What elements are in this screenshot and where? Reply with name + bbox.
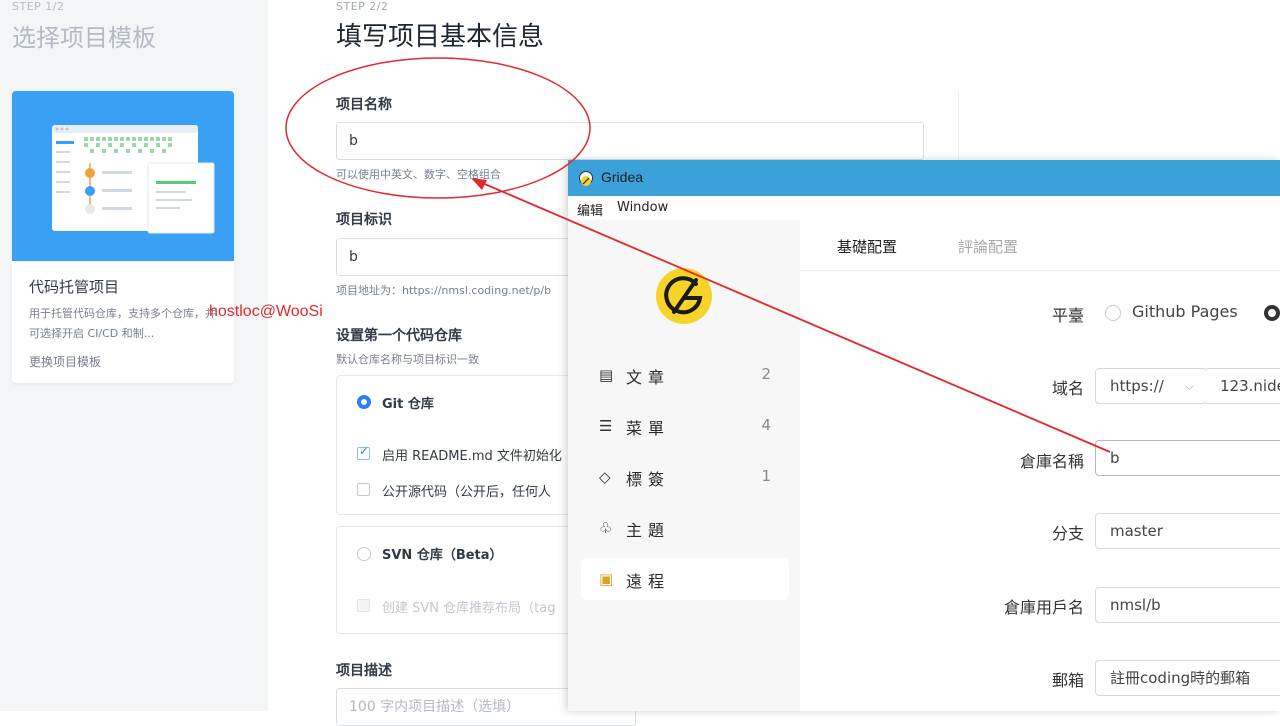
username-label: 倉庫用戶名 (1003, 598, 1084, 617)
email-label: 郵箱 (1051, 671, 1084, 690)
template-card[interactable]: 代码托管项目 用于托管代码仓库，支持多个仓库，并可选择开启 CI/CD 和制..… (12, 91, 234, 383)
gridea-window-title: Gridea (601, 169, 644, 185)
nav-item-remote[interactable]: ▣ 遠程 (581, 558, 789, 600)
template-panel: STEP 1/2 选择项目模板 代码托管项目 用于托管代码仓库，支持多个仓库，并… (0, 0, 268, 711)
project-name-label: 项目名称 (336, 97, 392, 113)
template-card-title: 代码托管项目 (29, 278, 120, 296)
branch-input[interactable]: master (1095, 513, 1280, 549)
domain-label: 域名 (1051, 379, 1084, 398)
step1-title: 选择项目模板 (12, 24, 156, 52)
readme-option-label: 启用 README.md 文件初始化 (382, 449, 562, 464)
protocol-value: https:// (1110, 377, 1164, 395)
tab-comment-config[interactable]: 評論配置 (958, 236, 1018, 257)
nav-item-articles[interactable]: ▤ 文章 2 (581, 354, 789, 396)
gridea-window: Gridea 编辑 Window ▤ 文章 2 ☰ 菜單 4 ◇ 標簽 1 ♧ … (568, 160, 1280, 711)
branch-label: 分支 (1051, 524, 1084, 543)
repo-name-input[interactable]: b (1095, 440, 1280, 476)
change-template-link[interactable]: 更换项目模板 (29, 353, 101, 370)
nav-item-menus[interactable]: ☰ 菜單 4 (581, 405, 789, 447)
gridea-logo-icon (658, 270, 710, 322)
description-label: 项目描述 (336, 663, 392, 679)
readme-checkbox[interactable]: ✓ (357, 444, 370, 460)
menu-edit[interactable]: 编辑 (577, 200, 603, 219)
gridea-mini-logo-icon (581, 176, 591, 186)
template-illustration (12, 91, 234, 261)
platform-label: 平臺 (1051, 306, 1084, 325)
code-hosting-illustration-icon (52, 125, 215, 234)
repo-name-label: 倉庫名稱 (1019, 452, 1084, 471)
github-pages-label: Github Pages (1132, 302, 1238, 321)
gridea-settings-panel: 基礎配置 評論配置 平臺 Github Pages 域名 https:// ⌵ … (800, 220, 1280, 711)
nav-item-tags[interactable]: ◇ 標簽 1 (581, 456, 789, 498)
protocol-select[interactable]: https:// ⌵ (1095, 368, 1207, 404)
nav-label-remote: 遠程 (626, 572, 671, 591)
tab-divider (800, 270, 1280, 271)
menu-window[interactable]: Window (617, 200, 668, 215)
svn-radio[interactable] (357, 547, 371, 561)
gridea-menubar: 编辑 Window (568, 196, 1280, 220)
step1-label: STEP 1/2 (12, 0, 65, 13)
shirt-icon: ♧ (599, 519, 613, 537)
project-name-input[interactable]: b (336, 122, 924, 160)
template-card-description: 用于托管代码仓库，支持多个仓库，并可选择开启 CI/CD 和制... (29, 307, 216, 340)
coding-pages-radio[interactable] (1264, 305, 1280, 321)
form-divider (958, 90, 959, 160)
nav-label-tags: 標簽 (626, 470, 671, 489)
check-icon: ✓ (359, 444, 370, 458)
svn-layout-checkbox[interactable] (357, 599, 370, 612)
step2-title: 填写项目基本信息 (336, 22, 545, 52)
username-input[interactable]: nmsl/b (1095, 587, 1280, 623)
nav-item-themes[interactable]: ♧ 主題 (581, 507, 789, 549)
svn-layout-label: 创建 SVN 仓库推荐布局（tag (382, 601, 556, 616)
nav-label-articles: 文章 (626, 368, 671, 387)
tag-icon: ◇ (599, 468, 611, 486)
step2-label: STEP 2/2 (336, 0, 389, 13)
tab-basic-config[interactable]: 基礎配置 (837, 236, 897, 257)
project-name-hint: 可以使用中英文、数字、空格组合 (336, 168, 501, 181)
article-icon: ▤ (599, 366, 614, 384)
nav-label-themes: 主題 (626, 521, 671, 540)
repo-section-hint: 默认仓库名称与项目标识一致 (336, 353, 479, 366)
public-source-label: 公开源代码（公开后，任何人 (382, 485, 552, 500)
nav-count-articles: 2 (761, 365, 771, 383)
menu-icon: ☰ (599, 417, 613, 435)
server-icon: ▣ (599, 570, 614, 588)
svn-option-label: SVN 仓库（Beta） (382, 548, 503, 563)
gridea-app-icon (579, 171, 593, 186)
nav-count-menus: 4 (761, 416, 771, 434)
github-pages-radio[interactable] (1105, 305, 1121, 321)
public-source-checkbox[interactable] (357, 483, 370, 496)
gridea-logo (656, 268, 712, 324)
project-url-hint: 项目地址为：https://nmsl.coding.net/p/b (336, 284, 552, 297)
gridea-titlebar[interactable]: Gridea (568, 160, 1280, 196)
repo-section-title: 设置第一个代码仓库 (336, 328, 462, 344)
chevron-down-icon: ⌵ (1184, 379, 1194, 393)
nav-count-tags: 1 (761, 467, 771, 485)
watermark-text: hostloc@WooSi (209, 303, 323, 320)
nav-label-menus: 菜單 (626, 419, 671, 438)
git-radio[interactable] (357, 395, 371, 409)
git-option-label: Git 仓库 (382, 397, 434, 412)
gridea-sidebar: ▤ 文章 2 ☰ 菜單 4 ◇ 標簽 1 ♧ 主題 ▣ 遠程 (568, 220, 800, 711)
domain-input[interactable]: 123.nide (1206, 368, 1280, 404)
project-id-label: 项目标识 (336, 212, 392, 228)
email-input[interactable]: 註冊coding時的郵箱 (1095, 660, 1280, 696)
